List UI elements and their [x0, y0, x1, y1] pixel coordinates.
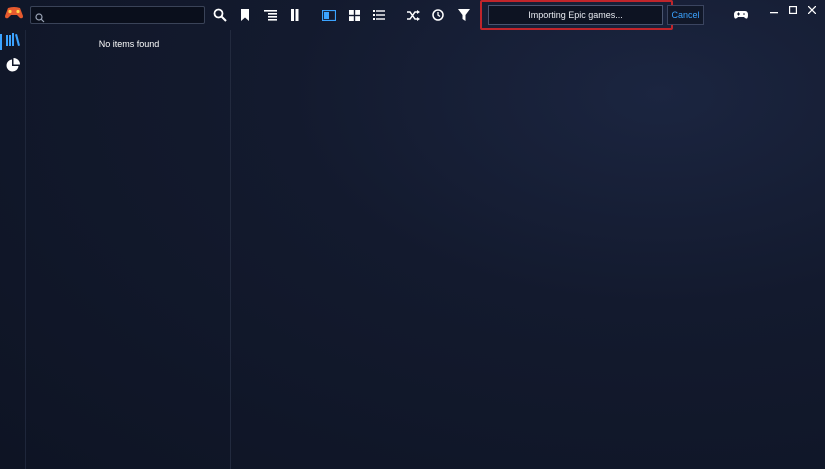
app-logo-icon — [4, 5, 24, 21]
title-bar: Importing Epic games... Cancel — [0, 0, 825, 30]
close-button[interactable] — [804, 3, 820, 17]
filter-button[interactable] — [454, 6, 474, 24]
import-progress-status: Importing Epic games... — [488, 5, 663, 25]
bookmarks-icon — [291, 9, 299, 21]
search-button[interactable] — [210, 6, 230, 24]
details-view-icon — [322, 9, 336, 21]
recent-button[interactable] — [428, 6, 448, 24]
random-game-button[interactable] — [403, 6, 423, 24]
minimize-icon — [770, 1, 778, 19]
import-progress-text: Importing Epic games... — [528, 10, 623, 20]
sidebar-item-library[interactable] — [0, 32, 23, 52]
filter-icon — [458, 9, 470, 21]
main-menu-button[interactable] — [731, 6, 751, 24]
statistics-icon — [6, 57, 20, 77]
group-button[interactable] — [260, 6, 280, 24]
grid-view-icon — [348, 9, 360, 21]
sidebar — [0, 30, 26, 469]
bookmark-button[interactable] — [235, 6, 255, 24]
cancel-button-label: Cancel — [671, 10, 700, 20]
sidebar-item-statistics[interactable] — [3, 57, 23, 77]
search-input[interactable] — [47, 7, 202, 23]
game-list-panel: No items found — [27, 30, 231, 469]
gamepad-icon — [734, 9, 748, 21]
search-icon — [213, 8, 227, 22]
search-input-icon — [35, 10, 45, 23]
cancel-button[interactable]: Cancel — [667, 5, 704, 25]
library-icon — [6, 33, 20, 51]
search-box[interactable] — [30, 6, 205, 24]
bookmarks-button[interactable] — [285, 6, 305, 24]
grid-view-button[interactable] — [344, 6, 364, 24]
list-view-button[interactable] — [369, 6, 389, 24]
close-icon — [807, 1, 817, 19]
list-indent-icon — [263, 9, 277, 21]
details-view-button[interactable] — [319, 6, 339, 24]
maximize-icon — [789, 1, 798, 19]
clock-icon — [432, 9, 444, 21]
shuffle-icon — [406, 9, 420, 21]
maximize-button[interactable] — [785, 3, 801, 17]
bookmark-icon — [240, 9, 250, 21]
game-details-panel — [232, 30, 825, 469]
minimize-button[interactable] — [766, 3, 782, 17]
empty-list-message: No items found — [98, 39, 160, 49]
list-view-icon — [373, 10, 385, 20]
